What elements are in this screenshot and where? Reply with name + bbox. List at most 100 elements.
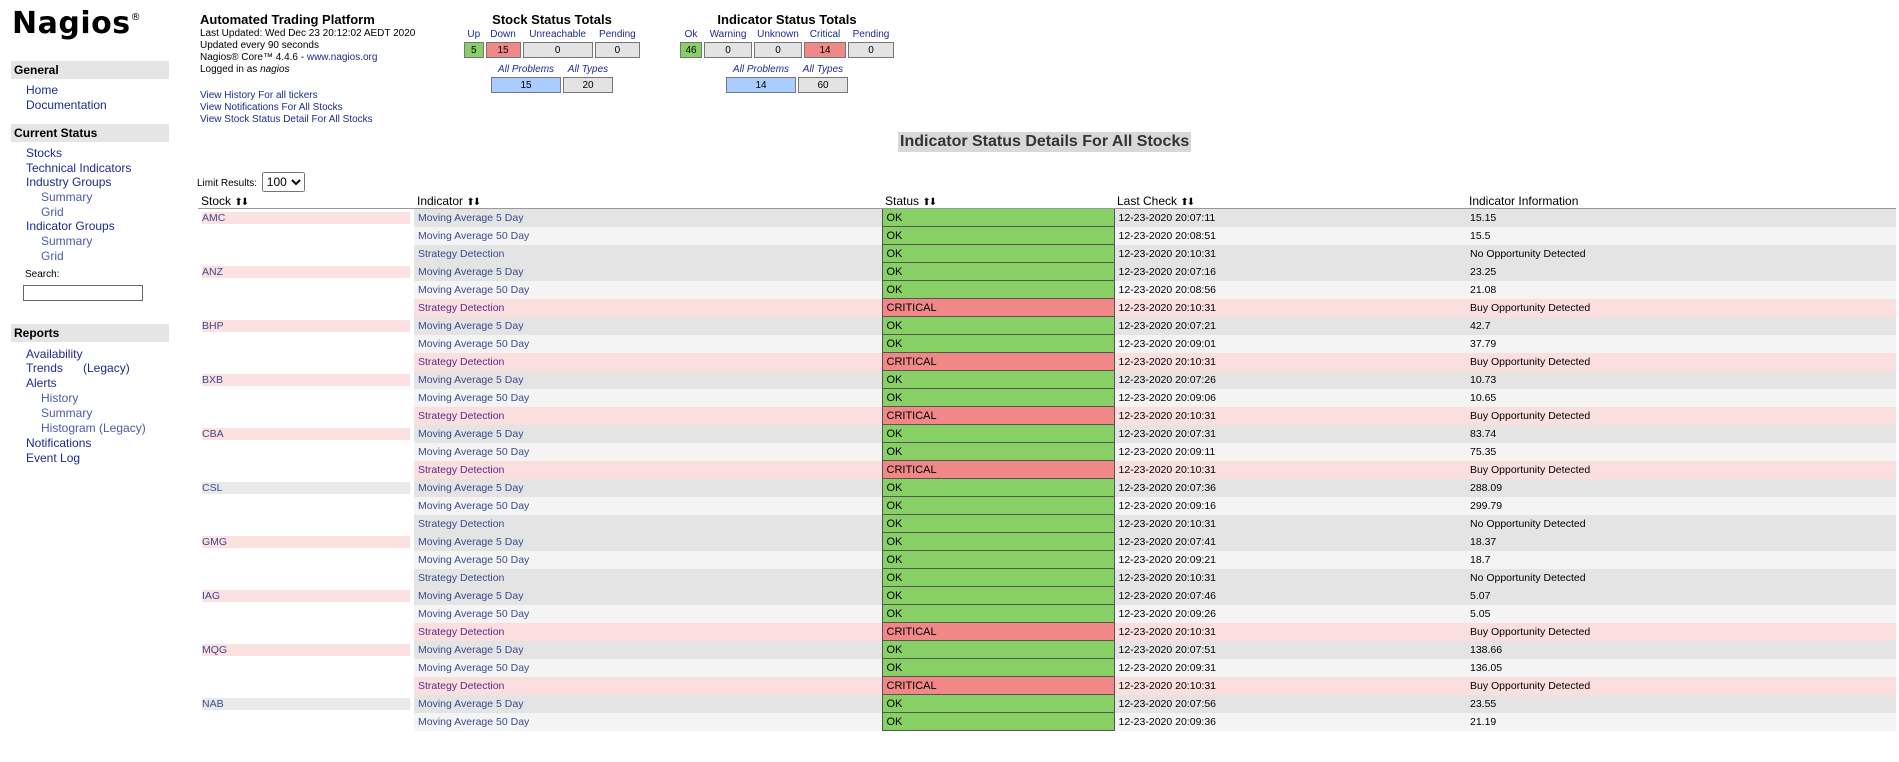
limit-select[interactable]: 100	[261, 172, 305, 192]
stock-down-label[interactable]: Down	[486, 29, 521, 40]
ind-all-problems-label[interactable]: All Problems	[726, 64, 796, 75]
indicator-link[interactable]: Strategy Detection	[418, 302, 504, 314]
indicator-link[interactable]: Moving Average 50 Day	[418, 284, 529, 296]
stock-link[interactable]: BXB	[202, 373, 410, 386]
sort-arrows-icon[interactable]: ⬆⬇	[922, 197, 937, 208]
indicator-link[interactable]: Moving Average 50 Day	[418, 716, 529, 728]
nagios-website-link[interactable]: www.nagios.org	[307, 52, 378, 63]
view-history-link[interactable]: View History For all tickers	[200, 90, 318, 101]
ind-pending-count[interactable]: 0	[848, 42, 894, 58]
stock-link[interactable]: BHP	[202, 319, 410, 332]
nav-indicator-groups[interactable]: Indicator Groups	[26, 219, 115, 233]
indicator-link[interactable]: Moving Average 50 Day	[418, 446, 529, 458]
status-badge: OK	[881, 208, 1115, 227]
indicator-cell: Moving Average 50 Day	[414, 496, 882, 515]
stock-link[interactable]: IAG	[202, 589, 410, 602]
stock-link[interactable]: CBA	[202, 427, 410, 440]
indicator-link[interactable]: Strategy Detection	[418, 626, 504, 638]
nav-home[interactable]: Home	[26, 83, 58, 97]
nav-stocks[interactable]: Stocks	[26, 146, 62, 160]
indicator-link[interactable]: Strategy Detection	[418, 248, 504, 260]
table-row: GMG Moving Average 5 Day OK 12-23-2020 20:0…	[198, 532, 1896, 551]
indicator-link[interactable]: Strategy Detection	[418, 410, 504, 422]
sort-arrows-icon[interactable]: ⬆⬇	[466, 197, 481, 208]
nav-alerts-history[interactable]: History	[41, 391, 78, 405]
ind-critical-count[interactable]: 14	[804, 42, 846, 58]
view-notifications-link[interactable]: View Notifications For All Stocks	[200, 102, 343, 113]
stock-link[interactable]: NAB	[202, 697, 410, 710]
stock-down-count[interactable]: 15	[485, 42, 521, 58]
nav-industry-summary[interactable]: Summary	[41, 190, 92, 204]
ind-critical-label[interactable]: Critical	[804, 29, 846, 40]
stock-link[interactable]: ANZ	[202, 265, 410, 278]
view-stock-status-link[interactable]: View Stock Status Detail For All Stocks	[200, 114, 373, 125]
nagios-logo[interactable]: Nagios®	[12, 6, 141, 41]
sort-arrows-icon[interactable]: ⬆⬇	[234, 197, 249, 208]
nav-documentation[interactable]: Documentation	[26, 98, 107, 112]
indicator-link[interactable]: Moving Average 5 Day	[418, 374, 523, 386]
ind-all-problems-count[interactable]: 14	[726, 77, 796, 93]
nav-alerts-summary[interactable]: Summary	[41, 406, 92, 420]
indicator-link[interactable]: Moving Average 5 Day	[418, 482, 523, 494]
indicator-info-cell: 5.07	[1466, 586, 1896, 605]
nav-indicator-summary[interactable]: Summary	[41, 234, 92, 248]
stock-all-problems-count[interactable]: 15	[491, 77, 561, 93]
indicator-link[interactable]: Moving Average 5 Day	[418, 698, 523, 710]
ind-all-types-count[interactable]: 60	[798, 77, 848, 93]
nav-technical-indicators[interactable]: Technical Indicators	[26, 161, 131, 175]
stock-link[interactable]: AMC	[202, 211, 410, 224]
last-check-cell: 12-23-2020 20:07:56	[1114, 694, 1466, 713]
indicator-link[interactable]: Moving Average 5 Day	[418, 536, 523, 548]
indicator-link[interactable]: Strategy Detection	[418, 572, 504, 584]
indicator-link[interactable]: Moving Average 5 Day	[418, 266, 523, 278]
indicator-link[interactable]: Strategy Detection	[418, 356, 504, 368]
indicator-link[interactable]: Moving Average 50 Day	[418, 230, 529, 242]
nav-event-log[interactable]: Event Log	[26, 451, 80, 465]
nav-trends[interactable]: Trends	[26, 361, 63, 375]
nav-trends-legacy[interactable]: (Legacy)	[83, 361, 130, 375]
indicator-link[interactable]: Moving Average 50 Day	[418, 338, 529, 350]
indicator-link[interactable]: Moving Average 50 Day	[418, 554, 529, 566]
ind-warning-label[interactable]: Warning	[704, 29, 752, 40]
indicator-link[interactable]: Strategy Detection	[418, 464, 504, 476]
stock-up-count[interactable]: 5	[464, 42, 484, 58]
indicator-link[interactable]: Strategy Detection	[418, 518, 504, 530]
stock-all-problems-label[interactable]: All Problems	[491, 64, 561, 75]
stock-all-types-label[interactable]: All Types	[563, 64, 613, 75]
stock-pending-label[interactable]: Pending	[595, 29, 640, 40]
ind-unknown-label[interactable]: Unknown	[754, 29, 802, 40]
ind-ok-count[interactable]: 46	[680, 42, 702, 58]
indicator-link[interactable]: Moving Average 50 Day	[418, 662, 529, 674]
indicator-link[interactable]: Moving Average 50 Day	[418, 608, 529, 620]
search-input[interactable]	[23, 285, 143, 301]
indicator-link[interactable]: Strategy Detection	[418, 680, 504, 692]
stock-link[interactable]: CSL	[202, 481, 410, 494]
stock-unreachable-count[interactable]: 0	[522, 42, 593, 58]
indicator-link[interactable]: Moving Average 5 Day	[418, 590, 523, 602]
indicator-link[interactable]: Moving Average 5 Day	[418, 428, 523, 440]
ind-unknown-count[interactable]: 0	[754, 42, 802, 58]
ind-ok-label[interactable]: Ok	[680, 29, 702, 40]
stock-pending-count[interactable]: 0	[594, 42, 640, 58]
ind-all-types-label[interactable]: All Types	[798, 64, 848, 75]
stock-link[interactable]: GMG	[202, 535, 410, 548]
sort-arrows-icon[interactable]: ⬆⬇	[1180, 197, 1195, 208]
nav-alerts[interactable]: Alerts	[26, 376, 57, 390]
nav-industry-grid[interactable]: Grid	[41, 205, 64, 219]
nav-availability[interactable]: Availability	[26, 347, 82, 361]
ind-warning-count[interactable]: 0	[704, 42, 752, 58]
indicator-link[interactable]: Moving Average 5 Day	[418, 320, 523, 332]
indicator-link[interactable]: Moving Average 5 Day	[418, 644, 523, 656]
stock-up-label[interactable]: Up	[464, 29, 484, 40]
indicator-link[interactable]: Moving Average 50 Day	[418, 392, 529, 404]
stock-all-types-count[interactable]: 20	[563, 77, 613, 93]
stock-link[interactable]: MQG	[202, 643, 410, 656]
nav-industry-groups[interactable]: Industry Groups	[26, 175, 111, 189]
ind-pending-label[interactable]: Pending	[848, 29, 894, 40]
indicator-link[interactable]: Moving Average 5 Day	[418, 212, 523, 224]
nav-indicator-grid[interactable]: Grid	[41, 249, 64, 263]
indicator-link[interactable]: Moving Average 50 Day	[418, 500, 529, 512]
nav-alerts-histogram[interactable]: Histogram (Legacy)	[41, 421, 146, 435]
stock-unreachable-label[interactable]: Unreachable	[523, 29, 593, 40]
nav-notifications[interactable]: Notifications	[26, 436, 91, 450]
